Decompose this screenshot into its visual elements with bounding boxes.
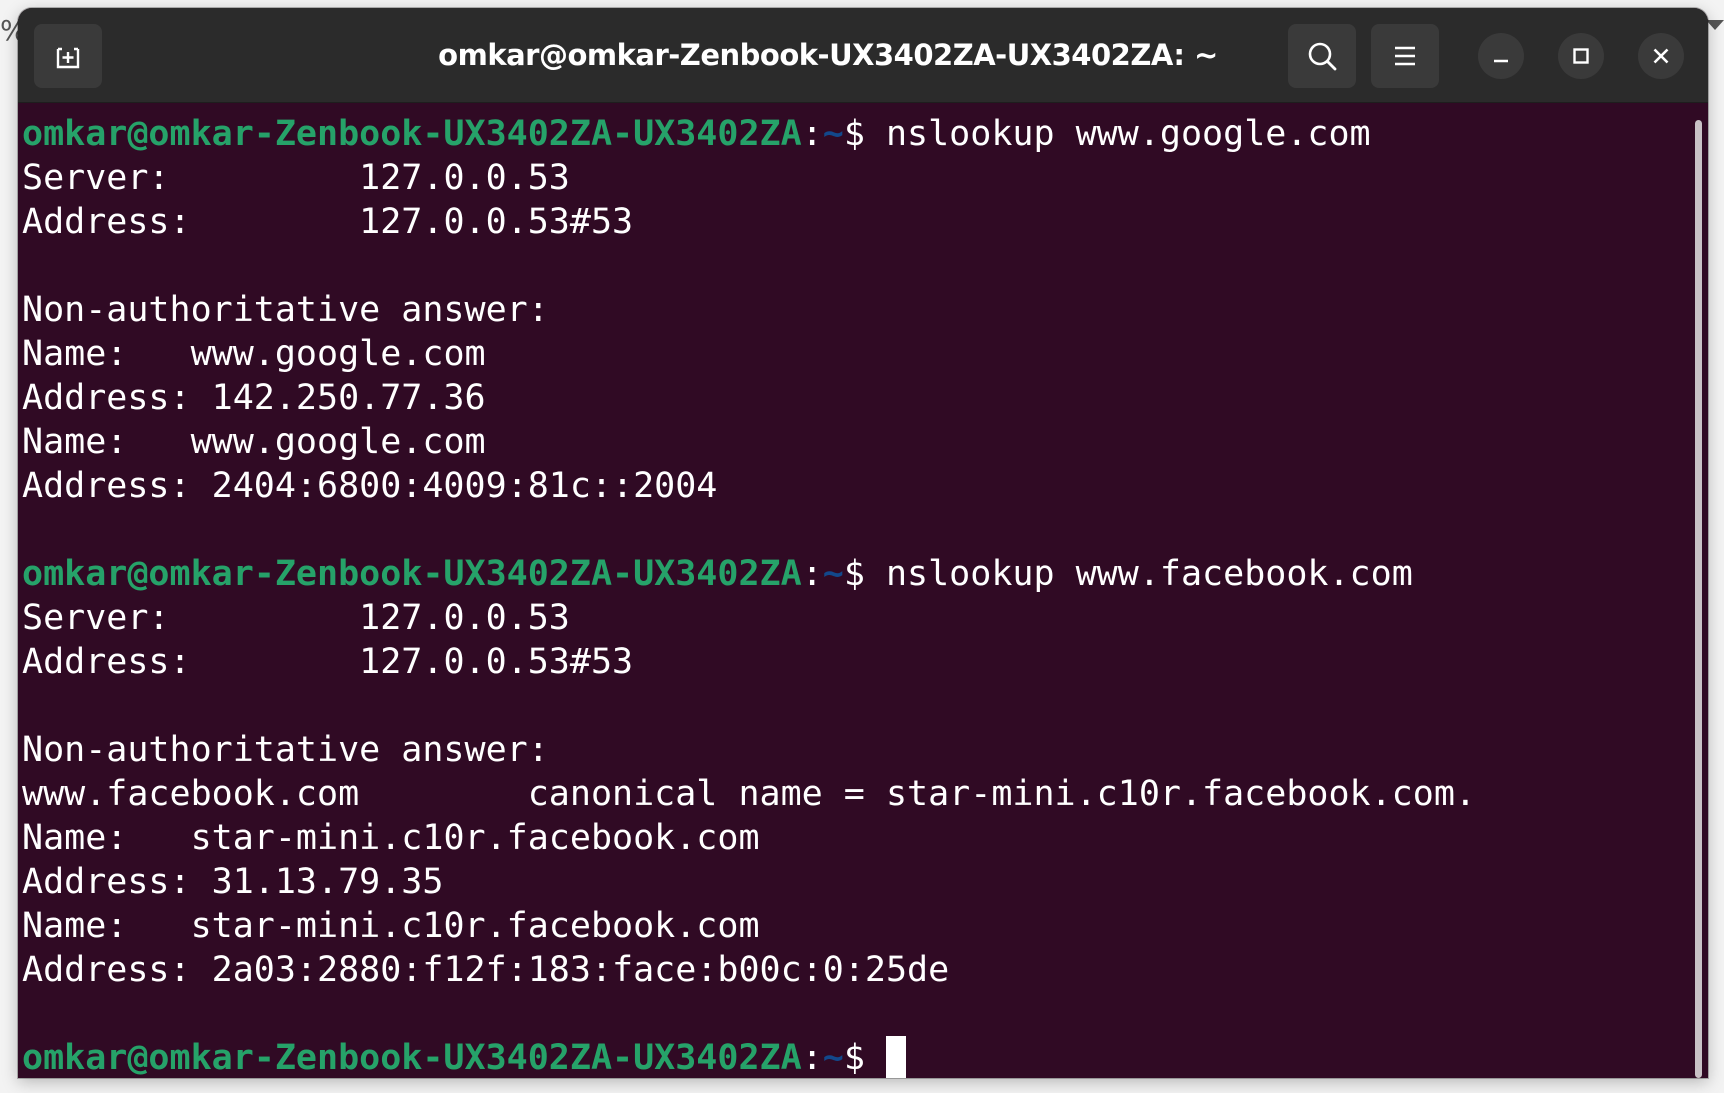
output-text: Server: 127.0.0.53 bbox=[22, 598, 570, 638]
close-icon bbox=[1653, 48, 1669, 64]
prompt-line: omkar@omkar-Zenbook-UX3402ZA-UX3402ZA:~$ bbox=[22, 1036, 1690, 1078]
close-button[interactable] bbox=[1638, 33, 1684, 79]
output-text: Address: 2a03:2880:f12f:183:face:b00c:0:… bbox=[22, 950, 950, 990]
output-line: www.facebook.com canonical name = star-m… bbox=[22, 772, 1690, 816]
output-line: Name: star-mini.c10r.facebook.com bbox=[22, 904, 1690, 948]
minimize-button[interactable] bbox=[1478, 33, 1524, 79]
prompt-dollar: $ bbox=[843, 114, 886, 154]
output-text: Address: 127.0.0.53#53 bbox=[22, 202, 634, 242]
output-line: Server: 127.0.0.53 bbox=[22, 596, 1690, 640]
output-line: Address: 127.0.0.53#53 bbox=[22, 640, 1690, 684]
output-line: Address: 127.0.0.53#53 bbox=[22, 200, 1690, 244]
output-line: Address: 142.250.77.36 bbox=[22, 376, 1690, 420]
command-text: nslookup www.facebook.com bbox=[885, 554, 1413, 594]
output-text: Server: 127.0.0.53 bbox=[22, 158, 570, 198]
output-text: Non-authoritative answer: bbox=[22, 290, 549, 330]
menu-button[interactable] bbox=[1371, 24, 1439, 88]
new-tab-icon bbox=[56, 47, 80, 69]
output-line: Address: 31.13.79.35 bbox=[22, 860, 1690, 904]
prompt-path: ~ bbox=[822, 554, 844, 594]
output-line: Server: 127.0.0.53 bbox=[22, 156, 1690, 200]
hamburger-menu-icon bbox=[1395, 46, 1415, 66]
output-text: Non-authoritative answer: bbox=[22, 730, 549, 770]
prompt-user-host: omkar@omkar-Zenbook-UX3402ZA-UX3402ZA bbox=[22, 114, 802, 154]
prompt-colon: : bbox=[801, 114, 823, 154]
output-text: Address: 2404:6800:4009:81c::2004 bbox=[22, 466, 718, 506]
prompt-path: ~ bbox=[822, 114, 844, 154]
maximize-icon bbox=[1573, 48, 1589, 64]
background-dropdown-arrow-icon bbox=[1706, 20, 1724, 30]
output-text: Address: 142.250.77.36 bbox=[22, 378, 486, 418]
command-text: nslookup www.google.com bbox=[885, 114, 1371, 154]
output-text: www.facebook.com canonical name = star-m… bbox=[22, 774, 1476, 814]
new-tab-button[interactable] bbox=[34, 24, 102, 88]
prompt-colon: : bbox=[801, 1038, 823, 1078]
prompt-user-host: omkar@omkar-Zenbook-UX3402ZA-UX3402ZA bbox=[22, 554, 802, 594]
output-text: Name: www.google.com bbox=[22, 422, 486, 462]
window-title: omkar@omkar-Zenbook-UX3402ZA-UX3402ZA: ~ bbox=[438, 38, 1218, 72]
output-text: Name: star-mini.c10r.facebook.com bbox=[22, 818, 760, 858]
prompt-path: ~ bbox=[822, 1038, 844, 1078]
prompt-dollar: $ bbox=[843, 1038, 886, 1078]
header-bar: omkar@omkar-Zenbook-UX3402ZA-UX3402ZA: ~ bbox=[18, 8, 1708, 103]
output-text: Name: star-mini.c10r.facebook.com bbox=[22, 906, 760, 946]
terminal-window: omkar@omkar-Zenbook-UX3402ZA-UX3402ZA: ~ bbox=[18, 8, 1708, 1078]
output-line: Name: star-mini.c10r.facebook.com bbox=[22, 816, 1690, 860]
search-button[interactable] bbox=[1288, 24, 1356, 88]
output-text: Name: www.google.com bbox=[22, 334, 486, 374]
output-line: Non-authoritative answer: bbox=[22, 728, 1690, 772]
output-line: Non-authoritative answer: bbox=[22, 288, 1690, 332]
output-line: Name: www.google.com bbox=[22, 332, 1690, 376]
text-cursor bbox=[885, 1036, 906, 1078]
prompt-line: omkar@omkar-Zenbook-UX3402ZA-UX3402ZA:~$… bbox=[22, 552, 1690, 596]
prompt-user-host: omkar@omkar-Zenbook-UX3402ZA-UX3402ZA bbox=[22, 1038, 802, 1078]
prompt-dollar: $ bbox=[843, 554, 886, 594]
search-icon bbox=[1308, 42, 1337, 71]
output-line: Name: www.google.com bbox=[22, 420, 1690, 464]
maximize-button[interactable] bbox=[1558, 33, 1604, 79]
prompt-colon: : bbox=[801, 554, 823, 594]
prompt-line: omkar@omkar-Zenbook-UX3402ZA-UX3402ZA:~$… bbox=[22, 112, 1690, 156]
output-line: Address: 2a03:2880:f12f:183:face:b00c:0:… bbox=[22, 948, 1690, 992]
minimize-icon bbox=[1494, 59, 1508, 63]
output-text: Address: 31.13.79.35 bbox=[22, 862, 444, 902]
terminal-output[interactable]: omkar@omkar-Zenbook-UX3402ZA-UX3402ZA:~$… bbox=[18, 112, 1690, 1078]
output-text: Address: 127.0.0.53#53 bbox=[22, 642, 634, 682]
output-line: Address: 2404:6800:4009:81c::2004 bbox=[22, 464, 1690, 508]
terminal-scrollbar[interactable] bbox=[1695, 120, 1702, 1078]
